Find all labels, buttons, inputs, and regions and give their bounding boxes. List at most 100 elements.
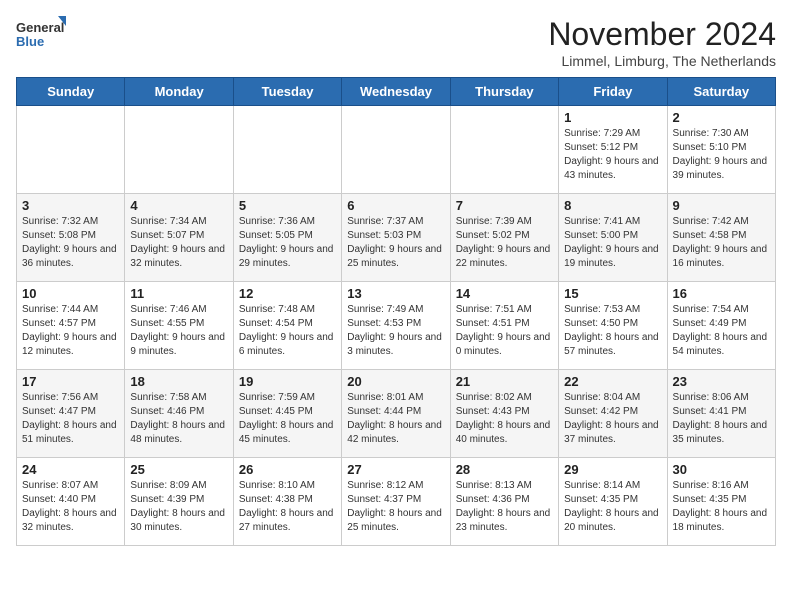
day-info: Sunrise: 7:54 AM Sunset: 4:49 PM Dayligh… [673,303,770,359]
logo-svg: General Blue [16,16,66,56]
header-row: Sunday Monday Tuesday Wednesday Thursday… [17,78,776,106]
day-cell: 28 Sunrise: 8:13 AM Sunset: 4:36 PM Dayli… [450,458,558,546]
day-info: Sunrise: 8:06 AM Sunset: 4:41 PM Dayligh… [673,391,770,447]
day-number: 26 [239,462,336,477]
col-monday: Monday [125,78,233,106]
day-number: 23 [673,374,770,389]
location-title: Limmel, Limburg, The Netherlands [548,53,776,69]
day-cell: 18Sunrise: 7:58 AM Sunset: 4:46 PM Dayli… [125,370,233,458]
day-info: Sunrise: 7:56 AM Sunset: 4:47 PM Dayligh… [22,391,119,447]
day-number: 2 [673,110,770,125]
col-sunday: Sunday [17,78,125,106]
day-number: 4 [130,198,227,213]
day-number: 18 [130,374,227,389]
day-cell: 24Sunrise: 8:07 AM Sunset: 4:40 PM Dayli… [17,458,125,546]
month-title: November 2024 [548,16,776,53]
day-number: 17 [22,374,119,389]
day-cell: 9Sunrise: 7:42 AM Sunset: 4:58 PM Daylig… [667,194,775,282]
day-cell: 10 Sunrise: 7:44 AM Sunset: 4:57 PM Dayli… [17,282,125,370]
day-info: Sunrise: 7:32 AM Sunset: 5:08 PM Dayligh… [22,215,119,271]
day-cell: 7 Sunrise: 7:39 AM Sunset: 5:02 PM Daylig… [450,194,558,282]
day-cell: 25Sunrise: 8:09 AM Sunset: 4:39 PM Dayli… [125,458,233,546]
day-number: 29 [564,462,661,477]
day-cell [450,106,558,194]
day-number: 13 [347,286,444,301]
day-number: 8 [564,198,661,213]
day-cell [17,106,125,194]
calendar-header: Sunday Monday Tuesday Wednesday Thursday… [17,78,776,106]
day-cell: 11Sunrise: 7:46 AM Sunset: 4:55 PM Dayli… [125,282,233,370]
day-cell: 27Sunrise: 8:12 AM Sunset: 4:37 PM Dayli… [342,458,450,546]
day-info: Sunrise: 7:48 AM Sunset: 4:54 PM Dayligh… [239,303,336,359]
day-cell: 1 Sunrise: 7:29 AM Sunset: 5:12 PM Daylig… [559,106,667,194]
day-number: 21 [456,374,553,389]
day-info: Sunrise: 8:09 AM Sunset: 4:39 PM Dayligh… [130,479,227,535]
day-number: 20 [347,374,444,389]
day-number: 12 [239,286,336,301]
day-cell: 4Sunrise: 7:34 AM Sunset: 5:07 PM Daylig… [125,194,233,282]
day-info: Sunrise: 7:37 AM Sunset: 5:03 PM Dayligh… [347,215,444,271]
day-cell [233,106,341,194]
calendar-table: Sunday Monday Tuesday Wednesday Thursday… [16,77,776,546]
day-info: Sunrise: 8:04 AM Sunset: 4:42 PM Dayligh… [564,391,661,447]
day-info: Sunrise: 7:53 AM Sunset: 4:50 PM Dayligh… [564,303,661,359]
day-cell [342,106,450,194]
day-number: 28 [456,462,553,477]
day-cell: 20 Sunrise: 8:01 AM Sunset: 4:44 PM Dayli… [342,370,450,458]
week-row-2: 3 Sunrise: 7:32 AM Sunset: 5:08 PM Daylig… [17,194,776,282]
day-cell: 29 Sunrise: 8:14 AM Sunset: 4:35 PM Dayli… [559,458,667,546]
day-info: Sunrise: 7:49 AM Sunset: 4:53 PM Dayligh… [347,303,444,359]
day-info: Sunrise: 8:10 AM Sunset: 4:38 PM Dayligh… [239,479,336,535]
day-info: Sunrise: 8:16 AM Sunset: 4:35 PM Dayligh… [673,479,770,535]
day-cell: 26 Sunrise: 8:10 AM Sunset: 4:38 PM Dayli… [233,458,341,546]
week-row-4: 17 Sunrise: 7:56 AM Sunset: 4:47 PM Dayli… [17,370,776,458]
day-cell [125,106,233,194]
svg-text:General: General [16,20,64,35]
day-cell: 23 Sunrise: 8:06 AM Sunset: 4:41 PM Dayli… [667,370,775,458]
day-number: 15 [564,286,661,301]
day-number: 22 [564,374,661,389]
day-cell: 16Sunrise: 7:54 AM Sunset: 4:49 PM Dayli… [667,282,775,370]
day-info: Sunrise: 7:42 AM Sunset: 4:58 PM Dayligh… [673,215,770,271]
day-info: Sunrise: 7:30 AM Sunset: 5:10 PM Dayligh… [673,127,770,183]
day-info: Sunrise: 8:12 AM Sunset: 4:37 PM Dayligh… [347,479,444,535]
day-number: 11 [130,286,227,301]
day-number: 7 [456,198,553,213]
day-info: Sunrise: 7:29 AM Sunset: 5:12 PM Dayligh… [564,127,661,183]
day-info: Sunrise: 7:39 AM Sunset: 5:02 PM Dayligh… [456,215,553,271]
day-cell: 13 Sunrise: 7:49 AM Sunset: 4:53 PM Dayli… [342,282,450,370]
day-info: Sunrise: 8:13 AM Sunset: 4:36 PM Dayligh… [456,479,553,535]
day-info: Sunrise: 7:36 AM Sunset: 5:05 PM Dayligh… [239,215,336,271]
title-area: November 2024 Limmel, Limburg, The Nethe… [548,16,776,69]
day-cell: 15 Sunrise: 7:53 AM Sunset: 4:50 PM Dayli… [559,282,667,370]
day-cell: 19 Sunrise: 7:59 AM Sunset: 4:45 PM Dayli… [233,370,341,458]
day-cell: 21Sunrise: 8:02 AM Sunset: 4:43 PM Dayli… [450,370,558,458]
day-number: 3 [22,198,119,213]
week-row-3: 10 Sunrise: 7:44 AM Sunset: 4:57 PM Dayli… [17,282,776,370]
week-row-5: 24Sunrise: 8:07 AM Sunset: 4:40 PM Dayli… [17,458,776,546]
day-cell: 14Sunrise: 7:51 AM Sunset: 4:51 PM Dayli… [450,282,558,370]
header: General Blue November 2024 Limmel, Limbu… [16,16,776,69]
day-number: 6 [347,198,444,213]
col-wednesday: Wednesday [342,78,450,106]
day-cell: 3 Sunrise: 7:32 AM Sunset: 5:08 PM Daylig… [17,194,125,282]
day-cell: 6 Sunrise: 7:37 AM Sunset: 5:03 PM Daylig… [342,194,450,282]
day-number: 30 [673,462,770,477]
week-row-1: 1 Sunrise: 7:29 AM Sunset: 5:12 PM Daylig… [17,106,776,194]
day-number: 19 [239,374,336,389]
day-cell: 12 Sunrise: 7:48 AM Sunset: 4:54 PM Dayli… [233,282,341,370]
day-info: Sunrise: 7:44 AM Sunset: 4:57 PM Dayligh… [22,303,119,359]
day-cell: 5Sunrise: 7:36 AM Sunset: 5:05 PM Daylig… [233,194,341,282]
day-info: Sunrise: 8:01 AM Sunset: 4:44 PM Dayligh… [347,391,444,447]
col-tuesday: Tuesday [233,78,341,106]
day-info: Sunrise: 7:59 AM Sunset: 4:45 PM Dayligh… [239,391,336,447]
day-cell: 2 Sunrise: 7:30 AM Sunset: 5:10 PM Daylig… [667,106,775,194]
day-number: 1 [564,110,661,125]
col-saturday: Saturday [667,78,775,106]
day-info: Sunrise: 8:14 AM Sunset: 4:35 PM Dayligh… [564,479,661,535]
calendar-body: 1 Sunrise: 7:29 AM Sunset: 5:12 PM Daylig… [17,106,776,546]
day-number: 10 [22,286,119,301]
col-friday: Friday [559,78,667,106]
day-info: Sunrise: 7:41 AM Sunset: 5:00 PM Dayligh… [564,215,661,271]
day-info: Sunrise: 7:51 AM Sunset: 4:51 PM Dayligh… [456,303,553,359]
